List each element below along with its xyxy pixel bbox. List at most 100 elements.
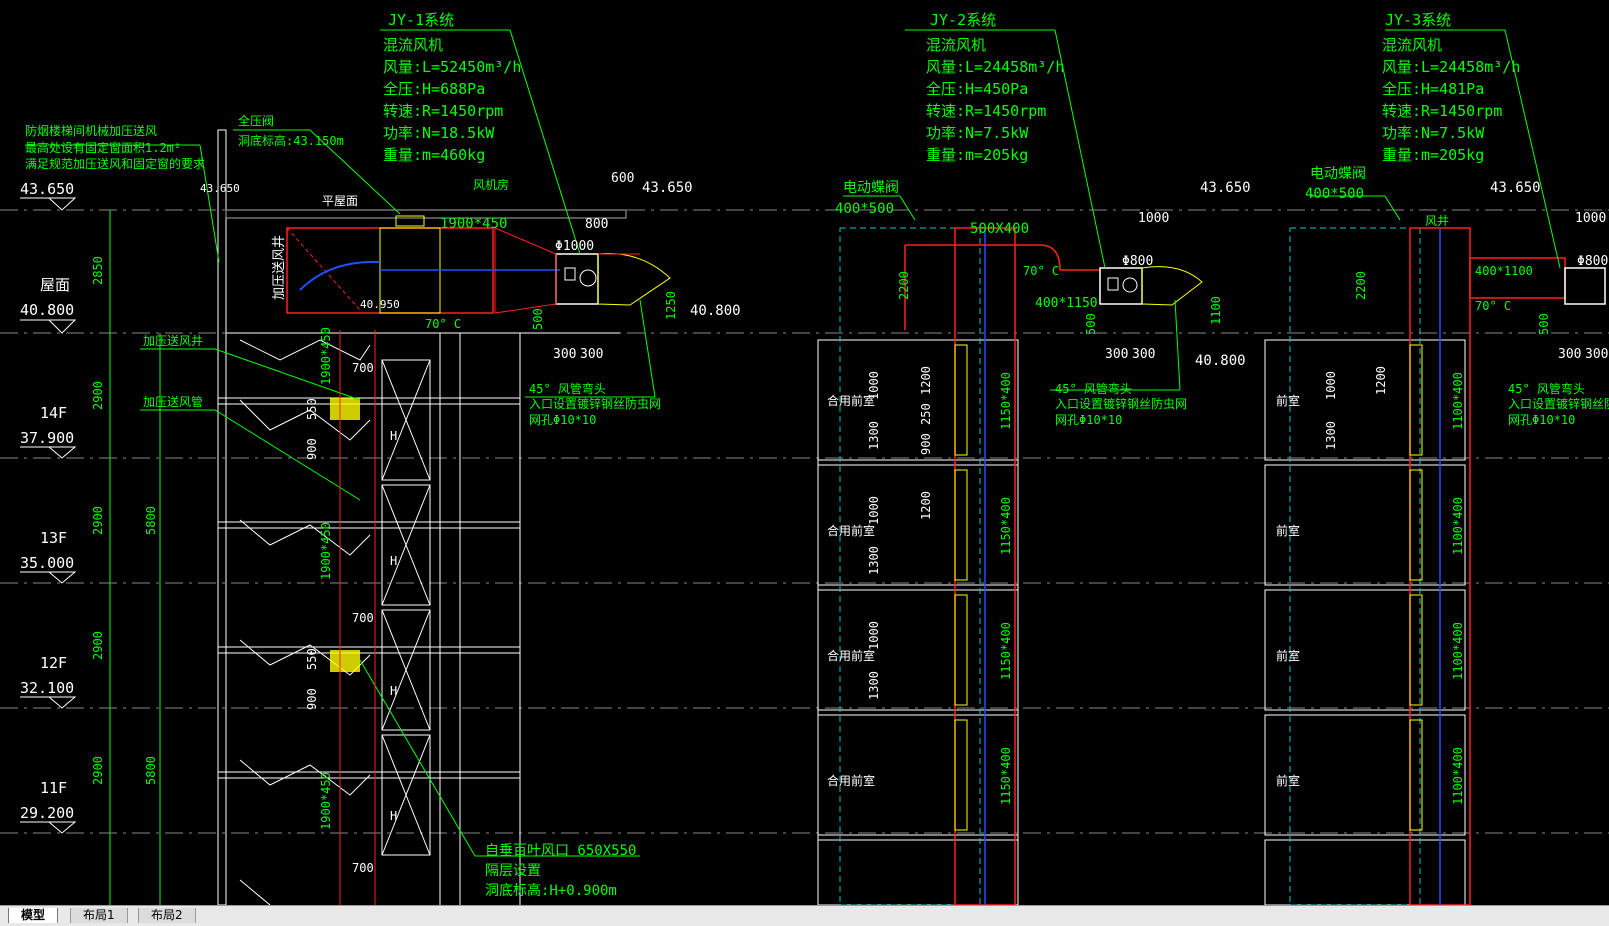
elev-4080-jy1: 40.800 (690, 303, 741, 319)
roof-level-label: 平屋面 (322, 194, 358, 208)
svg-text:H: H (390, 429, 397, 443)
room-dim-1300-d: 1300 (1324, 421, 1338, 450)
dim-1000-top: 1000 (1138, 211, 1169, 226)
jy1-system: H H H H (0, 29, 1609, 906)
dim-500-jy1: 500 (531, 308, 545, 330)
room-front-2: 前室 (1276, 523, 1300, 538)
floor-labels: 43.650 屋面 40.800 14F 37.900 13F 35.000 1… (20, 180, 74, 822)
elev-4095: 40.950 (360, 298, 400, 311)
room-dim-900-a: 900 (919, 433, 933, 455)
dim-2850: 2850 (91, 256, 105, 285)
note-fan-room: 风机房 (473, 177, 509, 192)
room-dim-1000-b: 1000 (867, 496, 881, 525)
room-dim-1200-c: 1200 (1374, 366, 1388, 395)
jy2-power: 功率:N=7.5kW (926, 124, 1029, 142)
note-elbow2-2: 入口设置镀锌钢丝防虫网 (1055, 396, 1187, 411)
duct-1900-vert-c: 1900*450 (319, 772, 333, 830)
floor-name-11f: 11F (40, 779, 67, 797)
jy2-fan: 混流风机 (926, 36, 986, 54)
dim-550-b: 550 (305, 648, 319, 670)
vertical-dims: 2850 2900 2900 2900 2900 5800 5800 2200 … (91, 256, 1551, 830)
room-dim-1300-a: 1300 (867, 421, 881, 450)
note-elbow2-1: 45° 风管弯头 (1055, 381, 1132, 396)
dim-800: 800 (585, 217, 608, 232)
dim-1000-jy3: 1000 (1575, 211, 1606, 226)
dim-1100: 1100 (1209, 296, 1223, 325)
jy1-fan: 混流风机 (383, 36, 443, 54)
note-shaft-small: 风井 (1425, 214, 1449, 228)
dim-400-1100: 400*1100 (1475, 264, 1533, 278)
phi-1000: Φ1000 (555, 239, 594, 254)
jy1-weight: 重量:m=460kg (383, 146, 485, 164)
duct-1900: 1900*450 (440, 216, 507, 232)
note-shaft: 加压送风井 (143, 333, 203, 348)
dim-500-jy3: 500 (1537, 313, 1551, 335)
note-louver-2: 隔层设置 (485, 863, 541, 879)
dim-1250: 1250 (664, 291, 678, 320)
note-elbow3-2: 入口设置镀锌钢丝防虫网 (1508, 396, 1609, 411)
top-elev-small: 43.650 (200, 182, 240, 195)
note-elbow3-3: 网孔Φ10*10 (1508, 413, 1575, 427)
tab-layout-1[interactable]: 布局1 (70, 908, 128, 923)
tab-layout-2[interactable]: 布局2 (138, 908, 196, 923)
note-valve-1: 全压阀 (238, 113, 274, 128)
note-smokeproof-3: 满足规范加压送风和固定窗的要求 (25, 156, 205, 171)
dim-300-e: 300 (1558, 347, 1581, 362)
room-dims: 1000 1300 1000 1300 1000 1300 1200 1200 … (305, 361, 1388, 875)
note-smokeproof-1: 防烟楼梯间机械加压送风 (25, 123, 157, 138)
duct-1100-a: 1100*400 (1451, 372, 1465, 430)
dim-2900-d: 2900 (91, 756, 105, 785)
temp-jy1: 70° C (425, 317, 461, 331)
note-elbow1-3: 网孔Φ10*10 (529, 413, 596, 427)
dim-2900-c: 2900 (91, 631, 105, 660)
dim-2200-jy3: 2200 (1354, 271, 1368, 300)
dim-900-b: 900 (305, 438, 319, 460)
room-labels: 平屋面 合用前室 合用前室 合用前室 合用前室 前室 前室 前室 前室 (322, 194, 1300, 788)
jy1-spec: JY-1系统 混流风机 风量:L=52450m³/h 全压:H=688Pa 转速… (383, 11, 521, 164)
jy3-fan: 混流风机 (1382, 36, 1442, 54)
tab-model[interactable]: 模型 (8, 908, 59, 923)
duct-1150-d: 1150*400 (999, 747, 1013, 805)
duct-1100-b: 1100*400 (1451, 497, 1465, 555)
duct-1150-b: 1150*400 (999, 497, 1013, 555)
jy3-title: JY-3系统 (1385, 11, 1451, 29)
note-elbow2-3: 网孔Φ10*10 (1055, 413, 1122, 427)
room-front-1: 前室 (1276, 393, 1300, 408)
phi-800-jy2: Φ800 (1122, 254, 1153, 269)
floor-name-13f: 13F (40, 529, 67, 547)
drawing-canvas[interactable]: HH HH JY-1系统 混流风机 风量:L=52450m³/h 全压:H=68… (0, 0, 1609, 906)
dim-300-d: 300 (1132, 347, 1155, 362)
duct-1150-a: 1150*400 (999, 372, 1013, 430)
jy3-flow: 风量:L=24458m³/h (1382, 58, 1520, 76)
floor-name-12f: 12F (40, 654, 67, 672)
jy2-flow: 风量:L=24458m³/h (926, 58, 1064, 76)
room-dim-1000-d: 1000 (1324, 371, 1338, 400)
note-damper2-1: 电动蝶阀 (843, 180, 899, 196)
dim-2900-a: 2900 (91, 381, 105, 410)
room-dim-1000-a: 1000 (867, 371, 881, 400)
jy3-weight: 重量:m=205kg (1382, 146, 1484, 164)
note-louver-3: 洞底标高:H+0.900m (485, 882, 617, 899)
dim-5800-b: 5800 (144, 756, 158, 785)
jy2-title: JY-2系统 (930, 11, 996, 29)
floor-name-roof: 屋面 (40, 276, 70, 294)
floor-name-14f: 14F (40, 404, 67, 422)
note-duct: 加压送风管 (143, 394, 203, 409)
jy3-speed: 转速:R=1450rpm (1382, 102, 1502, 120)
top-elev-jy1: 43.650 (642, 180, 693, 196)
top-elev-label: 43.650 (20, 180, 74, 198)
jy1-title: JY-1系统 (388, 11, 454, 29)
jy3-spec: JY-3系统 混流风机 风量:L=24458m³/h 全压:H=481Pa 转速… (1382, 11, 1520, 164)
dim-500-jy2: 500 (1084, 313, 1098, 335)
jy1-pressure: 全压:H=688Pa (383, 80, 485, 98)
dim-300-c: 300 (1105, 347, 1128, 362)
dim-600: 600 (611, 171, 634, 186)
room-dim-1200-b: 1200 (919, 491, 933, 520)
jy2-pressure: 全压:H=450Pa (926, 80, 1028, 98)
svg-text:H: H (390, 809, 397, 823)
floor-elev-11f: 29.200 (20, 804, 74, 822)
temp-jy3: 70° C (1475, 299, 1511, 313)
note-elbow3-1: 45° 风管弯头 (1508, 381, 1585, 396)
floor-elev-14f: 37.900 (20, 429, 74, 447)
temp-jy2: 70° C (1023, 264, 1059, 278)
